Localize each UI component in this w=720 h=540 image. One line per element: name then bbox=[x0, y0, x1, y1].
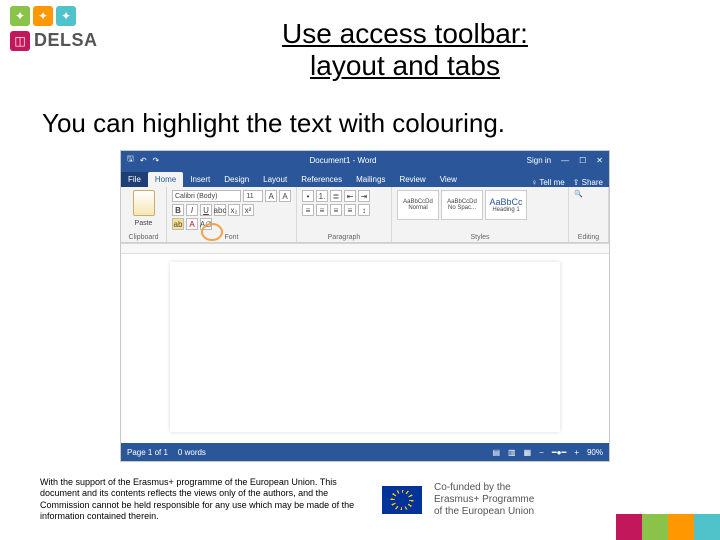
zoom-value: 90% bbox=[587, 448, 603, 457]
justify-icon[interactable]: ≡ bbox=[344, 204, 356, 216]
redo-icon[interactable]: ↷ bbox=[153, 156, 160, 165]
zoom-out-icon[interactable]: − bbox=[539, 448, 544, 457]
signin-link[interactable]: Sign in bbox=[527, 156, 551, 165]
tab-references[interactable]: References bbox=[294, 172, 349, 187]
paragraph-group-label: Paragraph bbox=[302, 234, 386, 241]
word-titlebar: 🖫 ↶ ↷ Document1 - Word Sign in — ☐ ✕ bbox=[121, 151, 609, 169]
italic-button[interactable]: I bbox=[186, 204, 198, 216]
bold-button[interactable]: B bbox=[172, 204, 184, 216]
disclaimer-text: With the support of the Erasmus+ program… bbox=[40, 477, 370, 522]
outdent-icon[interactable]: ⇤ bbox=[344, 190, 356, 202]
word-document-area bbox=[121, 243, 609, 443]
view-read-icon[interactable]: ▤ bbox=[492, 448, 500, 457]
tab-file[interactable]: File bbox=[121, 172, 148, 187]
font-color-button[interactable]: A bbox=[186, 218, 198, 230]
tab-insert[interactable]: Insert bbox=[183, 172, 217, 187]
font-size-select[interactable]: 11 bbox=[243, 190, 263, 202]
word-tabstrip: File Home Insert Design Layout Reference… bbox=[121, 169, 609, 187]
brand-block: ◫ DELSA bbox=[10, 30, 98, 51]
sup-button[interactable]: x² bbox=[242, 204, 254, 216]
strike-button[interactable]: abc bbox=[214, 204, 226, 216]
word-app-screenshot: 🖫 ↶ ↷ Document1 - Word Sign in — ☐ ✕ Fil… bbox=[120, 150, 610, 462]
zoom-slider[interactable]: ━●━ bbox=[552, 448, 566, 457]
line-spacing-icon[interactable]: ↕ bbox=[358, 204, 370, 216]
clipboard-group-label: Clipboard bbox=[126, 234, 161, 241]
accent-square-2 bbox=[642, 514, 668, 540]
view-print-icon[interactable]: ▥ bbox=[508, 448, 516, 457]
slide-body-text: You can highlight the text with colourin… bbox=[42, 108, 682, 139]
find-icon[interactable]: 🔍 bbox=[574, 190, 603, 198]
tab-view[interactable]: View bbox=[433, 172, 464, 187]
tab-mailings[interactable]: Mailings bbox=[349, 172, 392, 187]
save-icon[interactable]: 🖫 bbox=[127, 153, 134, 167]
document-page[interactable] bbox=[170, 262, 560, 432]
sub-button[interactable]: x₂ bbox=[228, 204, 240, 216]
slide-title: Use access toolbar: layout and tabs bbox=[180, 18, 630, 82]
cofunded-text: Co-funded by the Erasmus+ Programme of t… bbox=[434, 482, 534, 518]
paste-label: Paste bbox=[135, 220, 153, 227]
window-close-icon[interactable]: ✕ bbox=[596, 156, 603, 165]
numbering-icon[interactable]: 1. bbox=[316, 190, 328, 202]
status-words: 0 words bbox=[178, 448, 206, 457]
tellme-field[interactable]: ♀ Tell me bbox=[531, 178, 564, 187]
brand-logo-icon: ◫ bbox=[10, 31, 30, 51]
font-name-select[interactable]: Calibri (Body) bbox=[172, 190, 241, 202]
share-button[interactable]: ⇪ Share bbox=[573, 178, 603, 187]
slide-footer: With the support of the Erasmus+ program… bbox=[40, 477, 710, 522]
accent-square-1 bbox=[616, 514, 642, 540]
accent-square-4 bbox=[694, 514, 720, 540]
tab-home[interactable]: Home bbox=[148, 172, 183, 187]
style-nospacing[interactable]: AaBbCcDd No Spac... bbox=[441, 190, 483, 220]
highlight-color-button[interactable]: ab bbox=[172, 218, 184, 230]
slide-title-line2: layout and tabs bbox=[310, 50, 500, 81]
align-left-icon[interactable]: ≡ bbox=[302, 204, 314, 216]
indent-icon[interactable]: ⇥ bbox=[358, 190, 370, 202]
slide-title-line1: Use access toolbar: bbox=[282, 18, 528, 49]
zoom-in-icon[interactable]: + bbox=[574, 448, 579, 457]
brand-name: DELSA bbox=[34, 30, 98, 51]
clear-format-icon[interactable]: A∅ bbox=[200, 218, 212, 230]
tab-layout[interactable]: Layout bbox=[256, 172, 294, 187]
style-normal[interactable]: AaBbCcDd Normal bbox=[397, 190, 439, 220]
editing-group-label: Editing bbox=[574, 234, 603, 241]
bullets-icon[interactable]: • bbox=[302, 190, 314, 202]
underline-button[interactable]: U bbox=[200, 204, 212, 216]
shield-icon: ✦ bbox=[56, 6, 76, 26]
accent-square-3 bbox=[668, 514, 694, 540]
ruler[interactable] bbox=[121, 244, 609, 254]
word-ribbon: Paste Clipboard Calibri (Body) 11 A A B … bbox=[121, 187, 609, 243]
tab-review[interactable]: Review bbox=[392, 172, 432, 187]
align-right-icon[interactable]: ≡ bbox=[330, 204, 342, 216]
undo-icon[interactable]: ↶ bbox=[140, 156, 147, 165]
puzzle-icon: ✦ bbox=[10, 6, 30, 26]
paste-icon[interactable] bbox=[133, 190, 155, 216]
window-max-icon[interactable]: ☐ bbox=[579, 156, 586, 165]
style-heading1[interactable]: AaBbCc Heading 1 bbox=[485, 190, 527, 220]
align-center-icon[interactable]: ≡ bbox=[316, 204, 328, 216]
tab-design[interactable]: Design bbox=[217, 172, 256, 187]
word-statusbar: Page 1 of 1 0 words ▤ ▥ ▦ − ━●━ + 90% bbox=[121, 443, 609, 461]
bulb-icon: ✦ bbox=[33, 6, 53, 26]
grow-font-icon[interactable]: A bbox=[265, 190, 277, 202]
status-page: Page 1 of 1 bbox=[127, 448, 168, 457]
header-icon-row: ✦ ✦ ✦ bbox=[10, 6, 76, 26]
multilevel-icon[interactable]: ≣ bbox=[330, 190, 342, 202]
styles-group-label: Styles bbox=[397, 234, 563, 241]
view-web-icon[interactable]: ▦ bbox=[524, 448, 532, 457]
window-min-icon[interactable]: — bbox=[561, 156, 569, 165]
eu-flag-icon bbox=[382, 486, 422, 514]
corner-accent bbox=[616, 514, 720, 540]
shrink-font-icon[interactable]: A bbox=[279, 190, 291, 202]
word-doc-title: Document1 - Word bbox=[167, 156, 518, 165]
font-group-label: Font bbox=[172, 234, 291, 241]
